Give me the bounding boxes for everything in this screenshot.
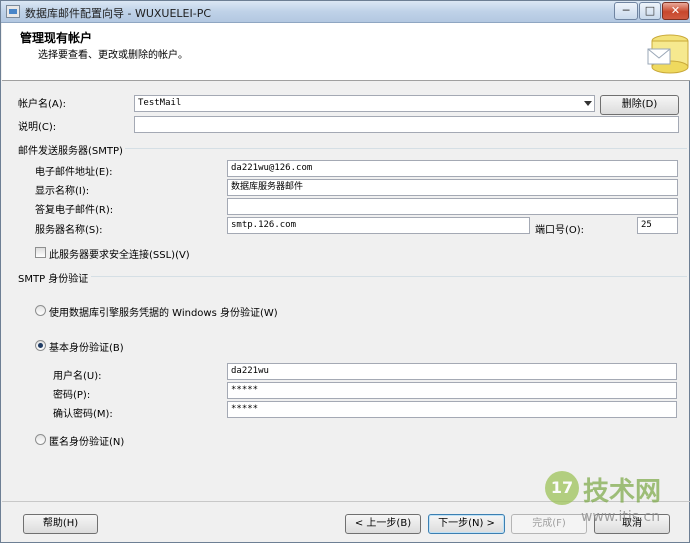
auth-group-divider <box>91 276 687 277</box>
page-subtitle: 选择要查看、更改或删除的帐户。 <box>38 50 188 61</box>
anonymous-auth-radio[interactable] <box>35 434 46 445</box>
account-name-dropdown[interactable]: TestMail <box>134 95 595 112</box>
account-name-label: 帐户名(A): <box>18 99 67 110</box>
confirm-password-label: 确认密码(M): <box>53 409 113 420</box>
password-field[interactable]: ***** <box>227 382 677 399</box>
port-field[interactable]: 25 <box>637 217 678 234</box>
port-label: 端口号(O): <box>535 225 585 236</box>
anonymous-auth-label: 匿名身份验证(N) <box>49 437 125 448</box>
confirm-password-field[interactable]: ***** <box>227 401 677 418</box>
title-bar[interactable]: 数据库邮件配置向导 - WUXUELEI-PC ─ □ ✕ <box>1 1 690 23</box>
database-mail-icon <box>647 34 689 74</box>
basic-auth-radio[interactable] <box>35 340 46 351</box>
username-label: 用户名(U): <box>53 371 102 382</box>
email-address-field[interactable]: da221wu@126.com <box>227 160 678 177</box>
back-button[interactable]: < 上一步(B) <box>345 514 421 534</box>
reply-email-field[interactable] <box>227 198 678 215</box>
display-name-label: 显示名称(I): <box>35 186 90 197</box>
next-button[interactable]: 下一步(N) > <box>428 514 505 534</box>
description-label: 说明(C): <box>18 122 57 133</box>
close-button[interactable]: ✕ <box>662 2 689 20</box>
windows-auth-radio[interactable] <box>35 305 46 316</box>
password-label: 密码(P): <box>53 390 91 401</box>
auth-group-label: SMTP 身份验证 <box>18 274 89 285</box>
site-watermark: 17 技术网 www.itjs.cn <box>541 463 689 541</box>
basic-auth-label: 基本身份验证(B) <box>49 343 124 354</box>
smtp-group-divider <box>125 148 687 149</box>
username-field[interactable]: da221wu <box>227 363 677 380</box>
email-address-label: 电子邮件地址(E): <box>35 167 113 178</box>
watermark-url: www.itjs.cn <box>581 509 661 525</box>
smtp-group-label: 邮件发送服务器(SMTP) <box>18 146 123 157</box>
server-name-field[interactable]: smtp.126.com <box>227 217 530 234</box>
window-title: 数据库邮件配置向导 - WUXUELEI-PC <box>25 7 212 20</box>
wizard-window: 数据库邮件配置向导 - WUXUELEI-PC ─ □ ✕ 管理现有帐户 选择要… <box>0 0 690 543</box>
description-field[interactable] <box>134 116 679 133</box>
display-name-field[interactable]: 数据库服务器邮件 <box>227 179 678 196</box>
ssl-checkbox[interactable] <box>35 247 46 258</box>
server-name-label: 服务器名称(S): <box>35 225 103 236</box>
page-title: 管理现有帐户 <box>20 31 93 45</box>
account-name-value: TestMail <box>138 98 182 108</box>
reply-email-label: 答复电子邮件(R): <box>35 205 114 216</box>
minimize-button[interactable]: ─ <box>614 2 638 20</box>
chevron-down-icon <box>584 101 592 106</box>
watermark-logo: 17 <box>545 471 579 505</box>
wizard-header: 管理现有帐户 选择要查看、更改或删除的帐户。 <box>2 23 690 81</box>
app-icon <box>6 5 20 18</box>
maximize-button[interactable]: □ <box>639 2 661 20</box>
help-button[interactable]: 帮助(H) <box>23 514 98 534</box>
windows-auth-label: 使用数据库引擎服务凭据的 Windows 身份验证(W) <box>49 308 278 319</box>
watermark-brand: 技术网 <box>583 477 662 507</box>
ssl-label: 此服务器要求安全连接(SSL)(V) <box>49 250 190 261</box>
delete-account-button[interactable]: 删除(D) <box>600 95 679 115</box>
